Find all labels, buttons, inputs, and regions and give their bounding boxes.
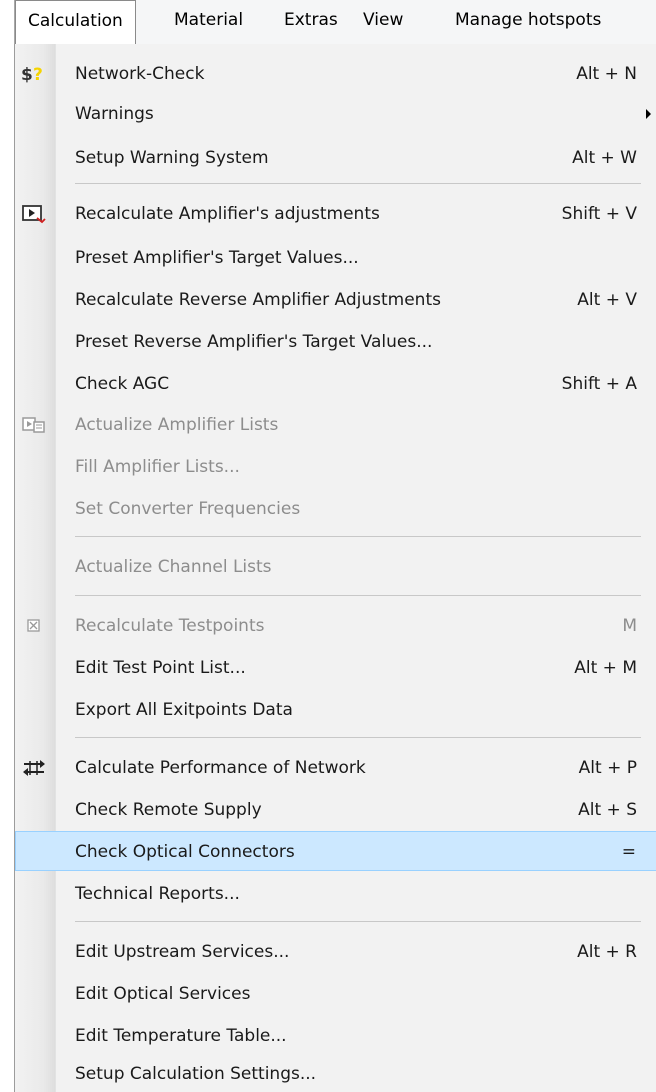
menu-item-label: Preset Amplifier's Target Values... xyxy=(75,248,359,268)
menu-item-check-agc[interactable]: Check AGC Shift + A xyxy=(15,364,656,404)
menu-item-shortcut: = xyxy=(621,842,636,862)
menu-item-preset-reverse-amplifier-targets[interactable]: Preset Reverse Amplifier's Target Values… xyxy=(15,322,656,362)
menu-item-label: Export All Exitpoints Data xyxy=(75,700,293,720)
svg-text:$: $ xyxy=(21,65,33,85)
menu-separator xyxy=(75,183,641,184)
menu-item-label: Check Remote Supply xyxy=(75,800,262,820)
menu-item-edit-optical-services[interactable]: Edit Optical Services xyxy=(15,974,656,1014)
menu-item-label: Check Optical Connectors xyxy=(75,842,295,862)
menu-item-label: Edit Optical Services xyxy=(75,984,251,1004)
menu-item-recalculate-testpoints[interactable]: Recalculate Testpoints M xyxy=(15,606,656,646)
menu-item-shortcut: Alt + S xyxy=(578,800,637,820)
menu-calculation[interactable]: Calculation xyxy=(15,0,136,46)
menu-item-setup-warning-system[interactable]: Setup Warning System Alt + W xyxy=(15,138,656,178)
menu-item-fill-amplifier-lists[interactable]: Fill Amplifier Lists... xyxy=(15,447,656,487)
menu-item-shortcut: M xyxy=(622,616,637,636)
menu-item-shortcut: Alt + N xyxy=(576,64,637,84)
amplifier-list-icon xyxy=(21,413,47,437)
menu-item-label: Fill Amplifier Lists... xyxy=(75,457,240,477)
menu-item-shortcut: Alt + P xyxy=(578,758,637,778)
menu-view[interactable]: View xyxy=(351,0,415,44)
menu-item-calculate-performance[interactable]: Calculate Performance of Network Alt + P xyxy=(15,748,656,788)
menu-item-label: Actualize Channel Lists xyxy=(75,557,272,577)
menu-item-shortcut: Alt + R xyxy=(577,942,637,962)
network-check-icon: $ ? xyxy=(21,62,47,86)
testpoint-icon xyxy=(21,614,47,638)
menu-item-actualize-amplifier-lists[interactable]: Actualize Amplifier Lists xyxy=(15,405,656,445)
menu-item-edit-upstream-services[interactable]: Edit Upstream Services... Alt + R xyxy=(15,932,656,972)
menu-material[interactable]: Material xyxy=(162,0,255,44)
menu-item-export-exitpoints[interactable]: Export All Exitpoints Data xyxy=(15,690,656,730)
menu-item-label: Calculate Performance of Network xyxy=(75,758,366,778)
menu-item-shortcut: Alt + W xyxy=(572,148,637,168)
menu-item-network-check[interactable]: $ ? Network-Check Alt + N xyxy=(15,54,656,94)
menu-item-check-remote-supply[interactable]: Check Remote Supply Alt + S xyxy=(15,790,656,830)
menu-item-label: Check AGC xyxy=(75,374,170,394)
submenu-arrow-icon xyxy=(646,109,651,119)
menu-item-label: Recalculate Reverse Amplifier Adjustment… xyxy=(75,290,441,310)
menu-separator xyxy=(75,536,641,537)
calculation-dropdown: $ ? Network-Check Alt + N Warnings Setup… xyxy=(14,44,656,1092)
menu-item-label: Recalculate Amplifier's adjustments xyxy=(75,204,380,224)
menu-separator xyxy=(75,737,641,738)
menu-item-shortcut: Shift + V xyxy=(561,204,637,224)
menu-item-edit-temperature-table[interactable]: Edit Temperature Table... xyxy=(15,1016,656,1056)
menu-extras[interactable]: Extras xyxy=(272,0,350,44)
menu-item-label: Set Converter Frequencies xyxy=(75,499,301,519)
menu-item-recalculate-reverse-amplifier[interactable]: Recalculate Reverse Amplifier Adjustment… xyxy=(15,280,656,320)
menu-item-label: Setup Warning System xyxy=(75,148,269,168)
menu-item-check-optical-connectors[interactable]: Check Optical Connectors = xyxy=(15,831,656,871)
menu-item-label: Edit Test Point List... xyxy=(75,658,246,678)
menu-item-label: Setup Calculation Settings... xyxy=(75,1064,317,1084)
menu-item-label: Technical Reports... xyxy=(75,884,240,904)
menu-item-warnings[interactable]: Warnings xyxy=(15,94,656,134)
menu-item-set-converter-frequencies[interactable]: Set Converter Frequencies xyxy=(15,489,656,529)
amplifier-recalc-icon xyxy=(21,202,47,226)
menu-item-shortcut: Alt + V xyxy=(577,290,637,310)
menu-item-shortcut: Shift + A xyxy=(561,374,637,394)
menu-manage-hotspots[interactable]: Manage hotspots xyxy=(443,0,613,44)
menu-item-shortcut: Alt + M xyxy=(574,658,637,678)
menu-item-label: Edit Temperature Table... xyxy=(75,1026,287,1046)
menu-item-label: Edit Upstream Services... xyxy=(75,942,290,962)
menu-item-technical-reports[interactable]: Technical Reports... xyxy=(15,874,656,914)
menu-item-label: Network-Check xyxy=(75,64,205,84)
menu-item-recalculate-amplifier[interactable]: Recalculate Amplifier's adjustments Shif… xyxy=(15,194,656,234)
menu-separator xyxy=(75,921,641,922)
menu-item-preset-amplifier-targets[interactable]: Preset Amplifier's Target Values... xyxy=(15,238,656,278)
menu-separator xyxy=(75,595,641,596)
menu-bar: Calculation Material Extras View Manage … xyxy=(14,0,656,46)
menu-item-label: Preset Reverse Amplifier's Target Values… xyxy=(75,332,433,352)
svg-text:?: ? xyxy=(33,65,43,85)
menu-item-setup-calculation-settings[interactable]: Setup Calculation Settings... xyxy=(15,1054,656,1092)
menu-item-label: Warnings xyxy=(75,104,154,124)
menu-item-edit-test-point-list[interactable]: Edit Test Point List... Alt + M xyxy=(15,648,656,688)
menu-item-actualize-channel-lists[interactable]: Actualize Channel Lists xyxy=(15,547,656,587)
menu-item-label: Actualize Amplifier Lists xyxy=(75,415,279,435)
performance-network-icon xyxy=(21,756,47,780)
menu-item-label: Recalculate Testpoints xyxy=(75,616,265,636)
